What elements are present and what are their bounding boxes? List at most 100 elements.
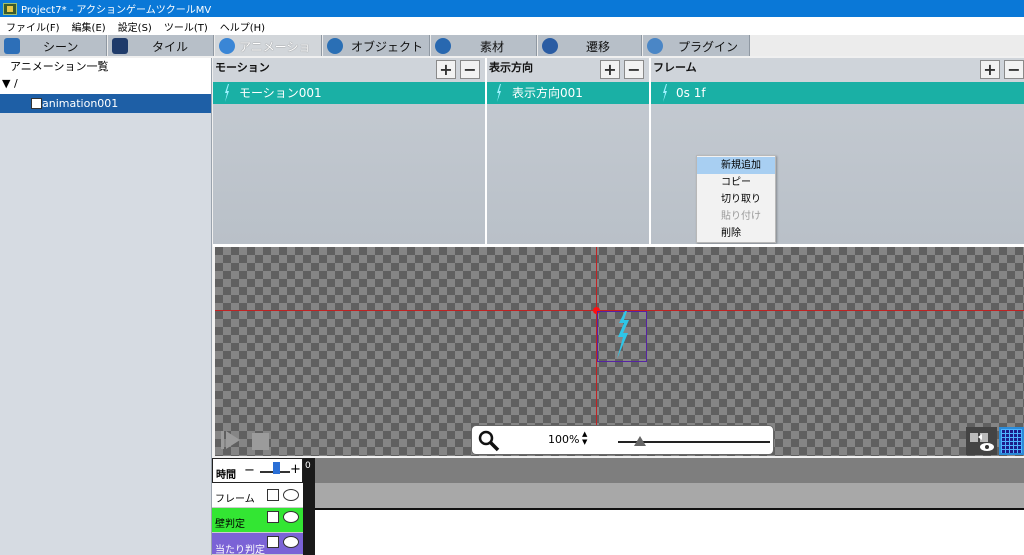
canvas-controls: 100% ▲▼ <box>215 425 1024 456</box>
tree-item-label: animation001 <box>42 97 119 110</box>
motion-row-label: モーション001 <box>239 86 322 100</box>
lock-icon[interactable] <box>267 489 279 501</box>
timeline-track-headers: 時間 − + フレーム 壁判定 当たり判定 <box>212 458 303 555</box>
tab-object[interactable]: オブジェクト <box>323 35 430 56</box>
plugin-icon <box>647 37 663 54</box>
time-scale-thumb[interactable] <box>273 462 280 474</box>
direction-row[interactable]: 表示方向001 <box>487 82 649 104</box>
tab-object-label: オブジェクト <box>351 40 424 54</box>
direction-title: 表示方向 <box>489 61 533 74</box>
motion-row[interactable]: モーション001 <box>213 82 485 104</box>
animation-icon <box>219 37 235 54</box>
layer-view-toggle[interactable] <box>966 427 997 455</box>
lock-icon[interactable] <box>267 536 279 548</box>
track-frame[interactable]: フレーム <box>212 483 303 508</box>
animation-list-panel: アニメーション一覧 ▼ / animation001 <box>0 58 212 555</box>
tab-plugin-label: プラグイン <box>678 40 739 54</box>
frame-track-area[interactable] <box>315 483 1024 508</box>
eye-toggle-icon <box>970 433 994 451</box>
zoom-control: 100% ▲▼ <box>471 425 774 455</box>
direction-lightning-icon <box>497 84 501 102</box>
frame-row[interactable]: 0s 1f <box>651 82 1024 104</box>
context-menu-paste: 貼り付け <box>721 211 761 222</box>
stop-icon[interactable] <box>252 433 269 450</box>
tab-plugin[interactable]: プラグイン <box>643 35 750 56</box>
time-zoom-in-button[interactable]: + <box>290 462 301 477</box>
tile-icon <box>112 37 128 54</box>
ruler-zero: 0 <box>305 461 311 471</box>
animation-list-title: アニメーション一覧 <box>0 58 211 76</box>
tab-transition-label: 遷移 <box>586 40 611 54</box>
track-hit-collision[interactable]: 当たり判定 <box>212 533 303 555</box>
track-wall-label: 壁判定 <box>215 519 245 530</box>
tab-scene[interactable]: シーン <box>0 35 107 56</box>
material-icon <box>435 37 451 54</box>
menu-help[interactable]: ヘルプ(H) <box>214 19 271 34</box>
tab-tile[interactable]: タイル <box>108 35 214 56</box>
search-icon <box>478 430 500 452</box>
context-menu-delete[interactable]: 削除 <box>697 225 775 242</box>
direction-list: 表示方向 + − 表示方向001 <box>487 58 649 244</box>
eye-icon[interactable] <box>283 511 299 523</box>
playhead[interactable]: 0 <box>303 458 315 555</box>
add-frame-button[interactable]: + <box>980 60 1000 79</box>
character-sprite[interactable] <box>615 311 631 359</box>
tab-tile-label: タイル <box>152 40 189 54</box>
context-menu-cut[interactable]: 切り取り <box>697 191 775 208</box>
transition-icon <box>542 37 558 54</box>
time-label: 時間 <box>216 470 236 481</box>
menu-tools[interactable]: ツール(T) <box>158 19 214 34</box>
tab-scene-label: シーン <box>43 40 79 54</box>
motion-header: モーション + − <box>213 58 485 82</box>
lock-icon[interactable] <box>267 511 279 523</box>
menu-file[interactable]: ファイル(F) <box>0 19 66 34</box>
eye-icon[interactable] <box>283 489 299 501</box>
remove-frame-button[interactable]: − <box>1004 60 1024 79</box>
play-icon[interactable] <box>221 430 241 450</box>
context-menu: 新規追加 コピー 切り取り 貼り付け 削除 <box>696 155 776 243</box>
remove-motion-button[interactable]: − <box>460 60 480 79</box>
eye-icon[interactable] <box>283 536 299 548</box>
frame-lightning-icon <box>663 84 667 102</box>
track-wall-collision[interactable]: 壁判定 <box>212 508 303 533</box>
track-frame-label: フレーム <box>215 494 255 505</box>
object-icon <box>327 37 343 54</box>
app-icon <box>3 2 17 15</box>
menu-edit[interactable]: 編集(E) <box>66 19 112 34</box>
motion-list: モーション + − モーション001 <box>213 58 485 244</box>
tab-transition[interactable]: 遷移 <box>538 35 642 56</box>
frame-row-label: 0s 1f <box>676 86 706 100</box>
tab-bar: シーン タイル アニメーション オブジェクト 素材 遷移 プラグイン <box>0 35 1024 71</box>
timeline-ruler[interactable] <box>315 458 1024 483</box>
zoom-spinner[interactable]: ▲▼ <box>582 430 589 446</box>
remove-direction-button[interactable]: − <box>624 60 644 79</box>
tab-material[interactable]: 素材 <box>431 35 537 56</box>
context-menu-new[interactable]: 新規追加 <box>697 157 775 174</box>
menu-bar: ファイル(F) 編集(E) 設定(S) ツール(T) ヘルプ(H) <box>0 17 1024 35</box>
tab-material-label: 素材 <box>480 40 505 54</box>
tree-item-animation001[interactable]: animation001 <box>0 94 211 113</box>
menu-settings[interactable]: 設定(S) <box>112 19 158 34</box>
animation-file-icon <box>31 98 42 109</box>
context-menu-copy[interactable]: コピー <box>697 174 775 191</box>
add-motion-button[interactable]: + <box>436 60 456 79</box>
scene-icon <box>4 37 20 54</box>
grid-toggle-icon[interactable] <box>999 427 1024 455</box>
zoom-value[interactable]: 100% <box>548 433 579 446</box>
add-direction-button[interactable]: + <box>600 60 620 79</box>
direction-header: 表示方向 + − <box>487 58 649 82</box>
title-bar: Project7* - アクションゲームツクールMV <box>0 0 1024 17</box>
frame-title: フレーム <box>653 61 697 74</box>
tab-animation[interactable]: アニメーション <box>215 35 322 71</box>
motion-lightning-icon <box>225 84 229 102</box>
time-zoom-out-button[interactable]: − <box>244 463 255 478</box>
track-hit-label: 当たり判定 <box>215 545 265 555</box>
frame-header: フレーム + − <box>651 58 1024 82</box>
time-scale-row: 時間 − + <box>212 458 303 483</box>
motion-title: モーション <box>215 61 270 74</box>
zoom-slider-thumb[interactable] <box>634 436 646 446</box>
wall-track-line <box>315 508 1024 510</box>
timeline-area[interactable] <box>315 458 1024 555</box>
animation-canvas[interactable]: 100% ▲▼ <box>215 247 1024 456</box>
tree-root[interactable]: ▼ / <box>0 76 211 92</box>
